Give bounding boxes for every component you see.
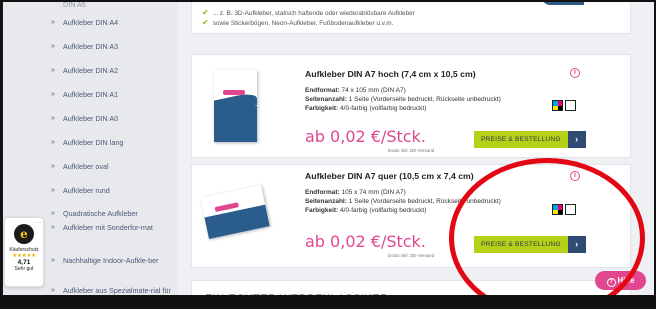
price-note: brutto inkl. DE-Versand xyxy=(388,253,435,258)
info-icon[interactable]: i xyxy=(570,68,580,78)
product-title[interactable]: Aufkleber DIN A7 quer (10,5 cm x 7,4 cm) xyxy=(305,171,474,181)
annotation-circle xyxy=(449,158,645,309)
price-note: brutto inkl. DE-Versand xyxy=(388,148,435,153)
feature-text: sowie Stickerbögen, Neon-Aufkleber, Fußb… xyxy=(212,20,394,27)
sidebar-item-din-a0[interactable]: » Aufkleber DIN A0 xyxy=(51,114,178,123)
sidebar-item-din-a4[interactable]: » Aufkleber DIN A4 xyxy=(51,18,178,27)
sidebar-item-label: Quadratische Aufkleber xyxy=(63,209,138,218)
chevron-right-icon: » xyxy=(51,139,55,146)
chevron-right-icon: » xyxy=(51,91,55,98)
sidebar-item-label: Aufkleber DIN A2 xyxy=(63,66,119,75)
chevron-right-icon: » xyxy=(51,43,55,50)
chevron-right-icon: » xyxy=(51,67,55,74)
rating-text: Sehr gut xyxy=(14,266,34,272)
product-image[interactable] xyxy=(214,70,257,142)
price: ab 0,02 €/Stck. xyxy=(305,127,426,146)
spec-endformat: Endformat: 74 x 105 mm (DIN A7) xyxy=(305,87,406,94)
sidebar-item-label: Aufkleber DIN A0 xyxy=(63,114,119,123)
feature-card: ✔... z. B. 3D-Aufkleber, statisch haften… xyxy=(191,0,631,34)
spec-farbigkeit: Farbigkeit: 4/0-farbig (vollfarbig bedru… xyxy=(305,105,427,112)
sidebar-item-din-a5[interactable]: DIN A5 xyxy=(63,0,178,9)
chevron-right-icon: » xyxy=(51,19,55,26)
product-title[interactable]: Aufkleber DIN A7 hoch (7,4 cm x 10,5 cm) xyxy=(305,69,476,79)
sidebar-item-label: DIN A5 xyxy=(63,0,86,9)
feature-line: ✔ sowie Stickerbögen, Neon-Aufkleber, Fuß… xyxy=(202,18,393,27)
feature-line: ✔... z. B. 3D-Aufkleber, statisch haften… xyxy=(202,8,415,17)
sidebar-item-label: Aufkleber DIN A1 xyxy=(63,90,119,99)
sidebar-item-label: Aufkleber mit Sonderfor-mat xyxy=(63,223,153,232)
sidebar-item-label: Aufkleber rund xyxy=(63,186,110,195)
sidebar-item-label: Aufkleber oval xyxy=(63,162,109,171)
chevron-right-icon: » xyxy=(51,257,55,264)
product-image[interactable] xyxy=(200,185,270,239)
chevron-right-icon: » xyxy=(51,187,55,194)
price: ab 0,02 €/Stck. xyxy=(305,232,426,251)
chevron-right-icon: › xyxy=(567,131,586,148)
chevron-right-icon: » xyxy=(51,224,55,231)
trust-badge[interactable]: ... e Käuferschutz ★★★★★ 4,71 Sehr gut xyxy=(4,217,44,287)
sidebar-item-din-a1[interactable]: » Aufkleber DIN A1 xyxy=(51,90,178,99)
spec-endformat: Endformat: 105 x 74 mm (DIN A7) xyxy=(305,189,406,196)
sidebar-item-sonderformat[interactable]: » Aufkleber mit Sonderfor-mat xyxy=(51,223,178,232)
sidebar-item-din-a3[interactable]: » Aufkleber DIN A3 xyxy=(51,42,178,51)
trust-seal-icon: e xyxy=(14,224,34,244)
sidebar-item-label: Nachhaltige Indoor-Aufkle-ber xyxy=(63,256,159,265)
sidebar-item-label: Aufkleber DIN A4 xyxy=(63,18,119,27)
chevron-right-icon: » xyxy=(51,210,55,217)
sidebar-item-din-lang[interactable]: » Aufkleber DIN lang xyxy=(51,138,178,147)
more-icon[interactable]: ... xyxy=(36,219,41,225)
sidebar-item-label: Aufkleber DIN lang xyxy=(63,138,124,147)
sidebar-item-rund[interactable]: » Aufkleber rund xyxy=(51,186,178,195)
page: DIN A5 » Aufkleber DIN A4 » Aufkleber DIN … xyxy=(0,0,656,309)
sidebar-item-din-a2[interactable]: » Aufkleber DIN A2 xyxy=(51,66,178,75)
prices-order-button[interactable]: PREISE & BESTELLUNG › xyxy=(474,131,586,148)
section-heading: EIN ECHTER WERBEKLASSIKER xyxy=(205,293,389,305)
spec-seitenanzahl: Seitenanzahl: 1 Seite (Vorderseite bedru… xyxy=(305,96,501,103)
color-mode-icon xyxy=(552,100,576,111)
product-image-fragment xyxy=(542,0,584,5)
spec-farbigkeit: Farbigkeit: 4/0-farbig (vollfarbig bedru… xyxy=(305,207,427,214)
chevron-right-icon: » xyxy=(51,287,55,294)
sidebar-item-oval[interactable]: » Aufkleber oval xyxy=(51,162,178,171)
rating-value: 4,71 xyxy=(17,259,31,266)
sidebar-item-spezialmaterial[interactable]: » Aufkleber aus Spezialmate-rial für Indo… xyxy=(51,286,178,304)
chevron-right-icon: » xyxy=(51,115,55,122)
feature-text: ... z. B. 3D-Aufkleber, statisch haftend… xyxy=(212,10,415,17)
check-icon: ✔ xyxy=(202,18,209,27)
sidebar-item-quadratisch[interactable]: » Quadratische Aufkleber xyxy=(51,209,178,218)
product-card-a7-hoch: Aufkleber DIN A7 hoch (7,4 cm x 10,5 cm)… xyxy=(191,54,631,158)
check-icon: ✔ xyxy=(202,8,209,17)
sidebar-item-label: Aufkleber DIN A3 xyxy=(63,42,119,51)
chevron-right-icon: » xyxy=(51,163,55,170)
sidebar-item-indoor-nachhaltig[interactable]: » Nachhaltige Indoor-Aufkle-ber xyxy=(51,256,178,265)
button-label: PREISE & BESTELLUNG xyxy=(474,131,568,148)
sidebar-item-label: Aufkleber aus Spezialmate-rial für Indoo… xyxy=(63,286,171,304)
